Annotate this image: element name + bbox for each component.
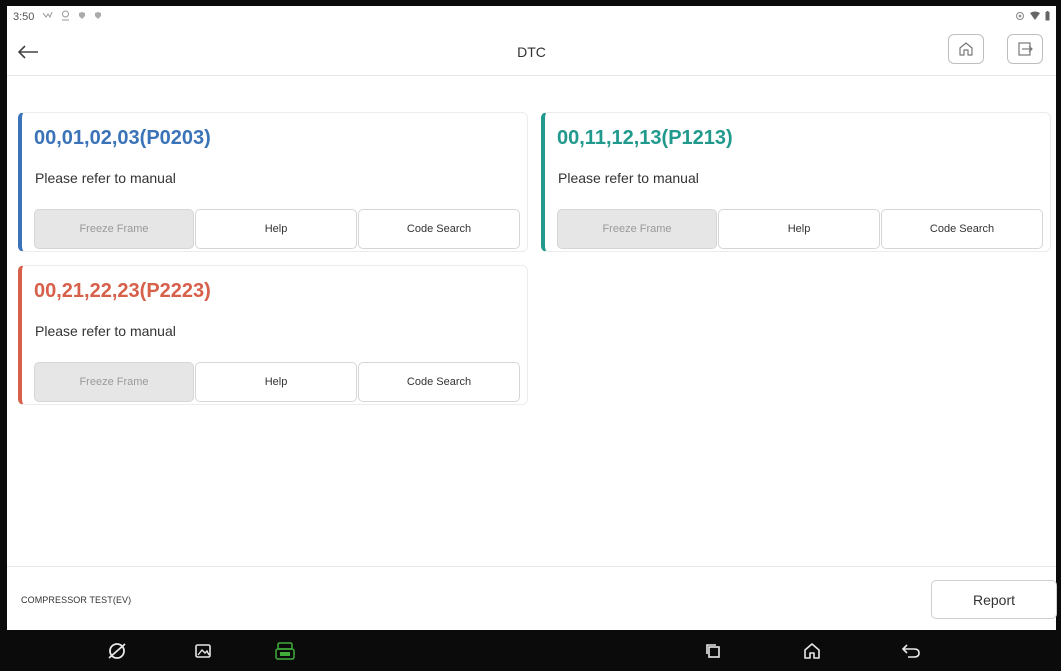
help-button[interactable]: Help [718,209,880,249]
battery-icon [1045,10,1050,24]
back-icon[interactable] [898,638,924,664]
browser-icon[interactable] [104,638,130,664]
test-name: COMPRESSOR TEST(EV) [21,595,132,605]
back-button[interactable] [13,38,43,66]
dtc-card: 00,01,02,03(P0203) Please refer to manua… [18,112,528,252]
notification-icon [42,11,53,24]
bottom-bar: COMPRESSOR TEST(EV) Report [7,566,1057,630]
dtc-card: 00,11,12,13(P1213) Please refer to manua… [541,112,1051,252]
system-nav-bar [0,630,1061,671]
vpn-icon [1015,11,1025,24]
status-right [1015,10,1050,24]
home-button[interactable] [948,34,984,64]
dtc-actions: Freeze Frame Help Code Search [34,362,520,402]
status-left: 3:50 [13,10,102,24]
freeze-frame-button[interactable]: Freeze Frame [34,362,194,402]
shield-icon [94,11,102,23]
device-frame-right [1056,0,1061,671]
dtc-description: Please refer to manual [35,170,176,186]
code-search-button[interactable]: Code Search [358,362,520,402]
status-bar: 3:50 [7,6,1056,28]
dtc-code: 00,21,22,23(P2223) [34,280,211,302]
dtc-description: Please refer to manual [558,170,699,186]
top-app-bar: DTC [7,28,1056,76]
help-button[interactable]: Help [195,362,357,402]
dtc-actions: Freeze Frame Help Code Search [557,209,1043,249]
page-title: DTC [517,44,546,60]
shield-icon [78,11,86,23]
status-time: 3:50 [13,11,35,23]
code-search-button[interactable]: Code Search [881,209,1043,249]
home-icon[interactable] [799,638,825,664]
wifi-icon [1030,11,1040,23]
exit-icon [1018,42,1033,56]
exit-button[interactable] [1007,34,1043,64]
dtc-list: 00,01,02,03(P0203) Please refer to manua… [7,77,1056,566]
home-icon [959,42,973,56]
help-button[interactable]: Help [195,209,357,249]
freeze-frame-button[interactable]: Freeze Frame [34,209,194,249]
device-frame-left [0,0,7,671]
location-icon [61,10,70,24]
dtc-code: 00,11,12,13(P1213) [557,127,733,149]
gallery-icon[interactable] [190,638,216,664]
arrow-left-icon [17,45,38,59]
vci-icon[interactable] [272,638,298,664]
recents-icon[interactable] [700,638,726,664]
dtc-code: 00,01,02,03(P0203) [34,127,211,149]
code-search-button[interactable]: Code Search [358,209,520,249]
dtc-actions: Freeze Frame Help Code Search [34,209,520,249]
dtc-card: 00,21,22,23(P2223) Please refer to manua… [18,265,528,405]
freeze-frame-button[interactable]: Freeze Frame [557,209,717,249]
report-button[interactable]: Report [931,580,1057,619]
dtc-description: Please refer to manual [35,323,176,339]
